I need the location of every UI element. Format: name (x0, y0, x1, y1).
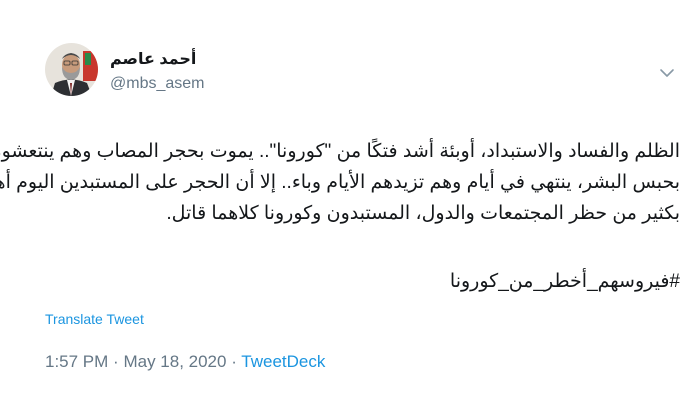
profile-photo-icon (45, 43, 98, 96)
chevron-down-icon (660, 69, 674, 77)
user-handle[interactable]: @mbs_asem (110, 75, 205, 93)
tweet-text-line: بحبس البشر، ينتهي في أيام وهم تزيدهم الأ… (0, 172, 680, 193)
tweet-metadata: 1:57 PM · May 18, 2020 · TweetDeck (45, 352, 325, 372)
tweet-text-line: الظلم والفساد والاستبداد، أوبئة أشد فتكً… (0, 141, 680, 162)
tweet-text: الظلم والفساد والاستبداد، أوبئة أشد فتكً… (0, 136, 680, 229)
tweet-time[interactable]: 1:57 PM (45, 352, 108, 371)
avatar[interactable] (45, 43, 98, 96)
tweet-source-link[interactable]: TweetDeck (241, 352, 325, 371)
tweet-text-line: بكثير من حظر المجتمعات والدول، المستبدون… (166, 203, 680, 224)
tweet-card: أحمد عاصم @mbs_asem الظلم والفساد والاست… (0, 0, 700, 400)
tweet-menu-button[interactable] (657, 66, 677, 80)
tweet-date[interactable]: May 18, 2020 (123, 352, 226, 371)
meta-separator: · (231, 352, 237, 371)
hashtag-link[interactable]: #فيروسهم_أخطر_من_كورونا (40, 266, 680, 297)
display-name[interactable]: أحمد عاصم (110, 49, 196, 69)
meta-separator: · (113, 352, 119, 371)
translate-tweet-link[interactable]: Translate Tweet (45, 311, 144, 327)
